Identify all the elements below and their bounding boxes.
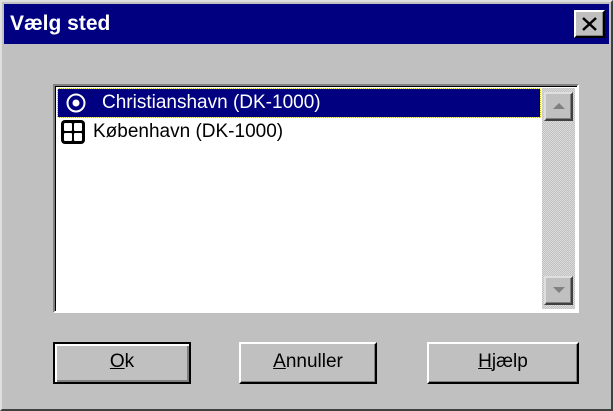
cancel-label-rest: nnuller xyxy=(285,351,343,372)
list-item-label: Christianshavn (DK-1000) xyxy=(102,92,321,113)
arrow-up-icon xyxy=(553,103,565,109)
ok-accel: O xyxy=(109,351,125,372)
list-item-christianshavn[interactable]: Christianshavn (DK-1000) xyxy=(57,88,541,118)
vertical-scrollbar[interactable] xyxy=(542,88,575,309)
location-list: Christianshavn (DK-1000) København (DK-1… xyxy=(57,88,541,309)
help-button[interactable]: Hjælp xyxy=(427,342,579,384)
close-icon xyxy=(582,17,597,31)
window-title: Vælg sted xyxy=(10,12,111,35)
scroll-up-button[interactable] xyxy=(544,92,573,121)
help-label-rest: jælp xyxy=(491,351,528,372)
ok-label-rest: k xyxy=(124,351,135,372)
target-circle-icon xyxy=(66,93,86,113)
cancel-accel: A xyxy=(273,351,286,372)
ok-button[interactable]: Ok xyxy=(53,342,191,384)
title-bar[interactable]: Vælg sted xyxy=(4,4,609,44)
list-item-kobenhavn[interactable]: København (DK-1000) xyxy=(57,118,541,146)
location-listbox[interactable]: Christianshavn (DK-1000) København (DK-1… xyxy=(53,84,579,313)
cancel-button[interactable]: Annuller xyxy=(239,342,377,384)
choose-location-dialog: Vælg sted Christianshavn (DK-1000) Køben… xyxy=(0,0,613,411)
grid-window-icon xyxy=(61,120,85,144)
list-item-label: København (DK-1000) xyxy=(93,121,284,142)
close-button[interactable] xyxy=(574,10,605,38)
arrow-down-icon xyxy=(553,287,565,293)
help-accel: H xyxy=(478,351,492,372)
scroll-down-button[interactable] xyxy=(544,276,573,305)
